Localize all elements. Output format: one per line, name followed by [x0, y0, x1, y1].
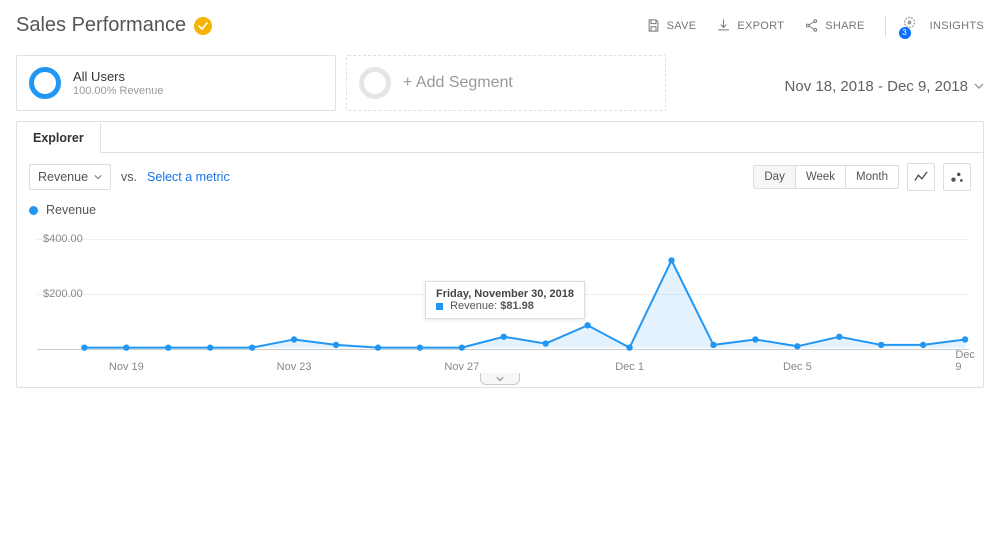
segment-ring-icon — [29, 67, 61, 99]
segment-title: All Users — [73, 69, 164, 84]
granularity-controls: Day Week Month — [753, 163, 971, 191]
legend: Revenue — [17, 195, 983, 219]
legend-label: Revenue — [46, 203, 96, 217]
insights-icon: 3 — [902, 15, 924, 37]
tabs: Explorer — [17, 122, 983, 153]
save-button[interactable]: SAVE — [646, 18, 697, 33]
segment-ring-muted-icon — [359, 67, 391, 99]
share-button[interactable]: SHARE — [804, 18, 864, 33]
verified-badge-icon — [194, 17, 212, 35]
x-tick: Dec 5 — [783, 361, 812, 373]
gran-day[interactable]: Day — [754, 166, 794, 188]
tooltip-series-label: Revenue — [450, 300, 494, 312]
x-tick: Nov 27 — [444, 361, 479, 373]
x-tick: Dec 1 — [615, 361, 644, 373]
tooltip-series-row: Revenue: $81.98 — [436, 300, 574, 312]
tooltip-series-swatch-icon — [436, 303, 443, 310]
chart-tooltip: Friday, November 30, 2018 Revenue: $81.9… — [425, 281, 585, 319]
header-row: Sales Performance SAVE EXPORT SHARE 3 — [10, 14, 990, 37]
share-label: SHARE — [825, 20, 864, 32]
x-tick: Dec 9 — [955, 349, 975, 373]
vs-label: vs. — [121, 170, 137, 184]
metric-primary-label: Revenue — [38, 170, 88, 184]
page-title: Sales Performance — [16, 14, 186, 37]
tab-explorer[interactable]: Explorer — [17, 123, 101, 153]
export-label: EXPORT — [737, 20, 784, 32]
metric-primary[interactable]: Revenue — [29, 164, 111, 190]
segment-all-users[interactable]: All Users 100.00% Revenue — [16, 55, 336, 111]
segments-row: All Users 100.00% Revenue + Add Segment … — [10, 55, 990, 111]
chevron-down-icon — [496, 375, 504, 383]
tooltip-value: $81.98 — [500, 300, 534, 312]
controls-row: Revenue vs. Select a metric Day Week Mon… — [17, 153, 983, 195]
legend-dot-icon — [29, 206, 38, 215]
motion-chart-icon — [950, 170, 964, 184]
header-left: Sales Performance — [16, 14, 212, 37]
share-icon — [804, 18, 819, 33]
header-actions: SAVE EXPORT SHARE 3 INSIGHTS — [646, 15, 984, 37]
insights-button[interactable]: 3 INSIGHTS — [885, 15, 984, 37]
date-range-picker[interactable]: Nov 18, 2018 - Dec 9, 2018 — [785, 55, 984, 111]
app-root: Sales Performance SAVE EXPORT SHARE 3 — [0, 0, 1000, 392]
save-label: SAVE — [667, 20, 697, 32]
metric-secondary[interactable]: Select a metric — [147, 170, 230, 184]
gran-month[interactable]: Month — [845, 166, 898, 188]
tooltip-date: Friday, November 30, 2018 — [436, 288, 574, 300]
date-range-label: Nov 18, 2018 - Dec 9, 2018 — [785, 78, 968, 95]
gran-week[interactable]: Week — [795, 166, 845, 188]
segment-text: All Users 100.00% Revenue — [73, 69, 164, 97]
chart-area[interactable]: $400.00 $200.00 Nov 19Nov 23Nov 27Dec 1D… — [25, 219, 975, 379]
add-segment-button[interactable]: + Add Segment — [346, 55, 666, 111]
save-icon — [646, 18, 661, 33]
chevron-down-icon — [94, 173, 102, 181]
chart-line-toggle[interactable] — [907, 163, 935, 191]
export-button[interactable]: EXPORT — [716, 18, 784, 33]
chart-motion-toggle[interactable] — [943, 163, 971, 191]
metric-selector: Revenue vs. Select a metric — [29, 164, 230, 190]
insights-badge: 3 — [899, 27, 911, 39]
export-icon — [716, 18, 731, 33]
insights-label: INSIGHTS — [930, 20, 984, 32]
segment-subtitle: 100.00% Revenue — [73, 85, 164, 97]
line-chart-icon — [914, 170, 928, 184]
x-tick: Nov 23 — [277, 361, 312, 373]
report-panel: Explorer Revenue vs. Select a metric Day… — [16, 121, 984, 388]
chevron-down-icon — [974, 81, 984, 91]
add-segment-label: + Add Segment — [403, 74, 513, 92]
expand-handle[interactable] — [480, 373, 520, 385]
granularity-group: Day Week Month — [753, 165, 899, 189]
x-tick: Nov 19 — [109, 361, 144, 373]
